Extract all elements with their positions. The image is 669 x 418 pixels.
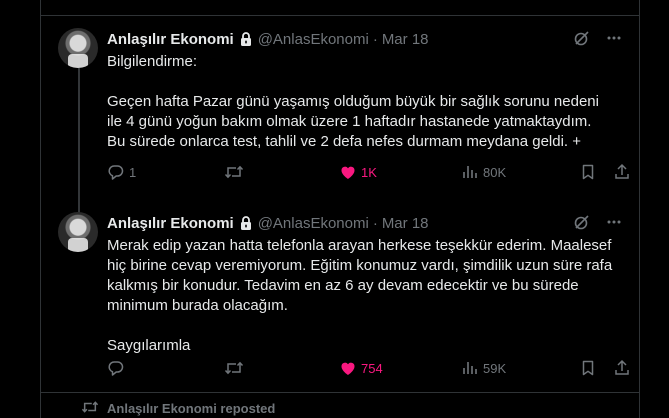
reply-icon — [107, 359, 125, 377]
views-icon — [461, 359, 479, 377]
tweet-text: Merak edip yazan hatta telefonla arayan … — [107, 237, 613, 354]
header-separator: · — [372, 30, 378, 48]
repost-icon — [81, 399, 99, 418]
like-count: 1K — [361, 164, 377, 180]
tweet-date[interactable]: Mar 18 — [382, 215, 429, 232]
views-button[interactable]: 59K — [461, 359, 506, 377]
header-separator: · — [372, 214, 378, 232]
repost-notice[interactable]: Anlaşılır Ekonomi reposted — [81, 398, 275, 418]
author-handle[interactable]: @AnlasEkonomi — [258, 31, 369, 48]
bookmark-icon — [579, 359, 597, 377]
author-handle[interactable]: @AnlasEkonomi — [258, 215, 369, 232]
lock-icon — [238, 215, 254, 231]
lock-icon — [238, 31, 254, 47]
share-icon — [613, 359, 631, 377]
tweet-header: Anlaşılır Ekonomi @AnlasEkonomi · Mar 18 — [107, 213, 627, 233]
bookmark-icon — [579, 163, 597, 181]
repost-icon — [224, 163, 244, 181]
reply-button[interactable] — [107, 359, 129, 377]
tweet-header: Anlaşılır Ekonomi @AnlasEkonomi · Mar 18 — [107, 29, 627, 49]
tweet-date[interactable]: Mar 18 — [382, 31, 429, 48]
more-icon[interactable] — [605, 213, 623, 231]
header-actions — [573, 29, 623, 47]
reply-count: 1 — [129, 164, 137, 180]
thread-connector-line — [78, 68, 80, 220]
views-button[interactable]: 80K — [461, 163, 506, 181]
views-count: 59K — [483, 360, 507, 376]
tweet[interactable]: Anlaşılır Ekonomi @AnlasEkonomi · Mar 18… — [41, 16, 639, 220]
avatar[interactable] — [58, 28, 98, 68]
header-actions — [573, 213, 623, 231]
like-count: 754 — [361, 360, 383, 376]
repost-button[interactable] — [224, 163, 248, 181]
like-button[interactable]: 1K — [339, 163, 377, 181]
heart-filled-icon — [339, 163, 357, 181]
repost-button[interactable] — [224, 359, 248, 377]
views-icon — [461, 163, 479, 181]
timeline-column: Anlaşılır Ekonomi @AnlasEkonomi · Mar 18… — [40, 0, 640, 418]
reply-icon — [107, 163, 125, 181]
avatar[interactable] — [58, 212, 98, 252]
repost-icon — [224, 359, 244, 377]
share-icon — [613, 163, 631, 181]
bookmark-button[interactable] — [579, 163, 597, 181]
grok-icon[interactable] — [573, 213, 591, 231]
share-button[interactable] — [613, 163, 631, 181]
previous-tweet-remnant — [41, 0, 639, 16]
more-icon[interactable] — [605, 29, 623, 47]
like-button[interactable]: 754 — [339, 359, 383, 377]
author-name[interactable]: Anlaşılır Ekonomi — [107, 215, 234, 232]
heart-filled-icon — [339, 359, 357, 377]
share-button[interactable] — [613, 359, 631, 377]
tweet-actions: 1 1K 80K — [107, 162, 629, 182]
repost-notice-text: Anlaşılır Ekonomi reposted — [107, 400, 276, 416]
grok-icon[interactable] — [573, 29, 591, 47]
views-count: 80K — [483, 164, 507, 180]
tweet[interactable]: Anlaşılır Ekonomi @AnlasEkonomi · Mar 18… — [41, 200, 639, 393]
author-name[interactable]: Anlaşılır Ekonomi — [107, 31, 234, 48]
bookmark-button[interactable] — [579, 359, 597, 377]
reply-button[interactable]: 1 — [107, 163, 136, 181]
tweet-text: Bilgilendirme: Geçen hafta Pazar günü ya… — [107, 53, 599, 150]
tweet-actions: 754 59K — [107, 358, 629, 378]
